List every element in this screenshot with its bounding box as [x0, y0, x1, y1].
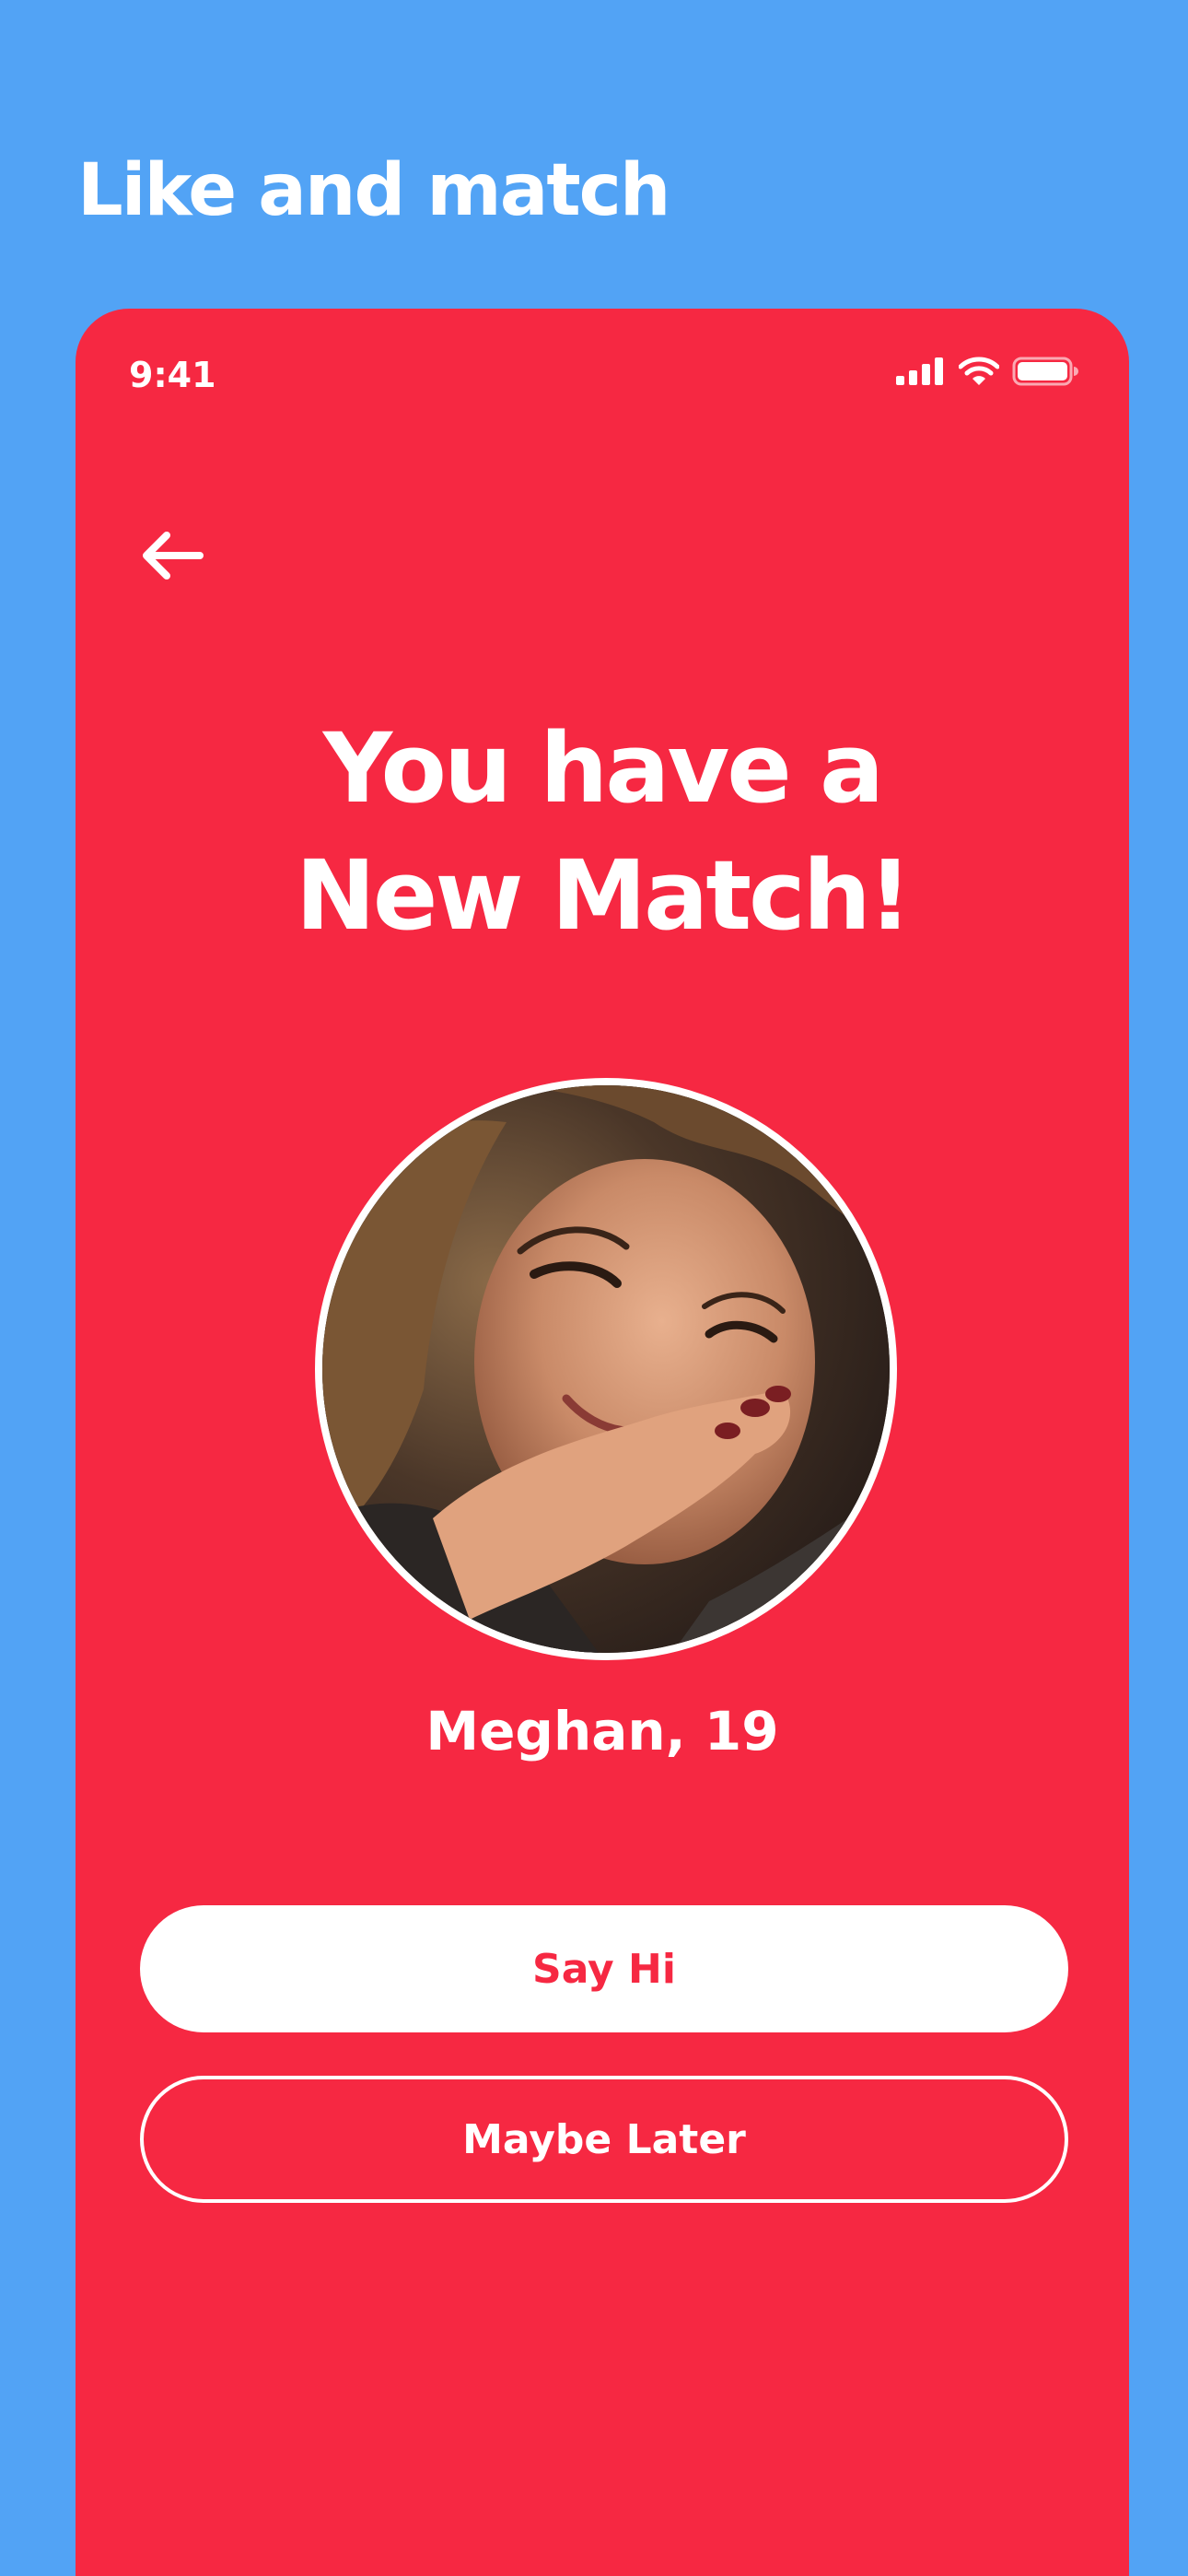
- cellular-signal-icon: [896, 357, 946, 389]
- match-title: You have a New Match!: [76, 705, 1129, 959]
- phone-screen: 9:41 You have a New Match! Meghan, 19 Sa…: [76, 309, 1129, 2576]
- maybe-later-button-label: Maybe Later: [462, 2115, 746, 2163]
- say-hi-button-label: Say Hi: [532, 1945, 676, 1993]
- say-hi-button[interactable]: Say Hi: [140, 1905, 1068, 2032]
- match-avatar: [315, 1078, 897, 1660]
- wifi-icon: [958, 357, 1000, 390]
- page-heading: Like and match: [77, 149, 670, 232]
- status-bar: 9:41: [76, 309, 1129, 438]
- match-name: Meghan, 19: [425, 1700, 779, 1762]
- back-button[interactable]: [131, 516, 214, 599]
- battery-icon: [1012, 357, 1078, 390]
- match-title-line2: New Match!: [295, 839, 912, 952]
- maybe-later-button[interactable]: Maybe Later: [140, 2076, 1068, 2203]
- match-title-line1: You have a: [322, 712, 884, 825]
- arrow-left-icon: [139, 531, 205, 584]
- status-icons: [896, 357, 1078, 390]
- status-time: 9:41: [129, 355, 216, 395]
